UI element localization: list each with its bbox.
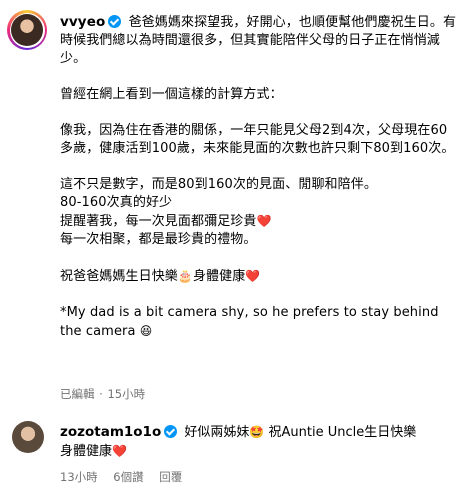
caption-line-12b: 身體健康	[192, 269, 246, 284]
caption-line-8: 80-160次真的好少	[60, 195, 173, 210]
cake-emoji-icon: 🎂	[177, 269, 193, 283]
caption-meta: 已編輯 · 15小時	[60, 387, 146, 401]
post-time[interactable]: 15小時	[107, 387, 145, 401]
caption-line-5: 像我，因為住在香港的關係，一年只能見父母2到4次，父母現在60多歲，健康活到10…	[60, 123, 455, 156]
comment-line-2: 身體健康	[60, 444, 113, 459]
caption-line-9: 提醒著我，每一次見面都彌足珍貴	[60, 214, 257, 229]
post-username[interactable]: vvyeo	[60, 14, 105, 30]
comment-meta: 13小時 6個讚 回覆	[60, 469, 194, 485]
comment-likes[interactable]: 6個讚	[113, 470, 143, 484]
caption-line-12: 祝爸爸媽媽生日快樂	[60, 269, 178, 284]
caption-text: vvyeo 爸爸媽媽來探望我，好開心，也順便幫他們慶祝生日。有時候我們總以為時間…	[60, 13, 460, 341]
post-author-avatar[interactable]	[7, 10, 47, 50]
caption-line-3: 曾經在網上看到一個這樣的計算方式：	[60, 87, 283, 102]
reply-button[interactable]: 回覆	[159, 470, 182, 484]
comment-username[interactable]: zozotam1o1o	[60, 424, 161, 440]
comment-text: zozotam1o1o 好似兩姊妹🤩 祝Auntie Uncle生日快樂 身體健…	[60, 423, 460, 461]
comment-time[interactable]: 13小時	[60, 470, 98, 484]
star-eyes-emoji-icon: 🤩	[249, 425, 265, 439]
heart-emoji-icon: ❤️	[256, 214, 272, 228]
commenter-avatar[interactable]	[12, 421, 44, 453]
verified-badge-icon	[108, 15, 122, 28]
laugh-emoji-icon: 😆	[139, 324, 153, 338]
caption-line-14: *My dad is a bit camera shy, so he prefe…	[60, 305, 439, 339]
avatar-image	[11, 14, 43, 46]
heart-emoji-icon: ❤️	[112, 444, 127, 458]
comment-part-2: 祝Auntie Uncle生日快樂	[268, 425, 417, 440]
caption-line-7: 這不只是數字，而是80到160次的見面、閒聊和陪伴。	[60, 177, 377, 192]
edited-label: 已編輯	[60, 387, 95, 401]
caption-line-10: 每一次相聚，都是最珍貴的禮物。	[60, 232, 257, 247]
heart-emoji-icon: ❤️	[245, 269, 261, 283]
verified-badge-icon	[164, 425, 178, 438]
comment-part-1: 好似兩姊妹	[184, 425, 250, 440]
